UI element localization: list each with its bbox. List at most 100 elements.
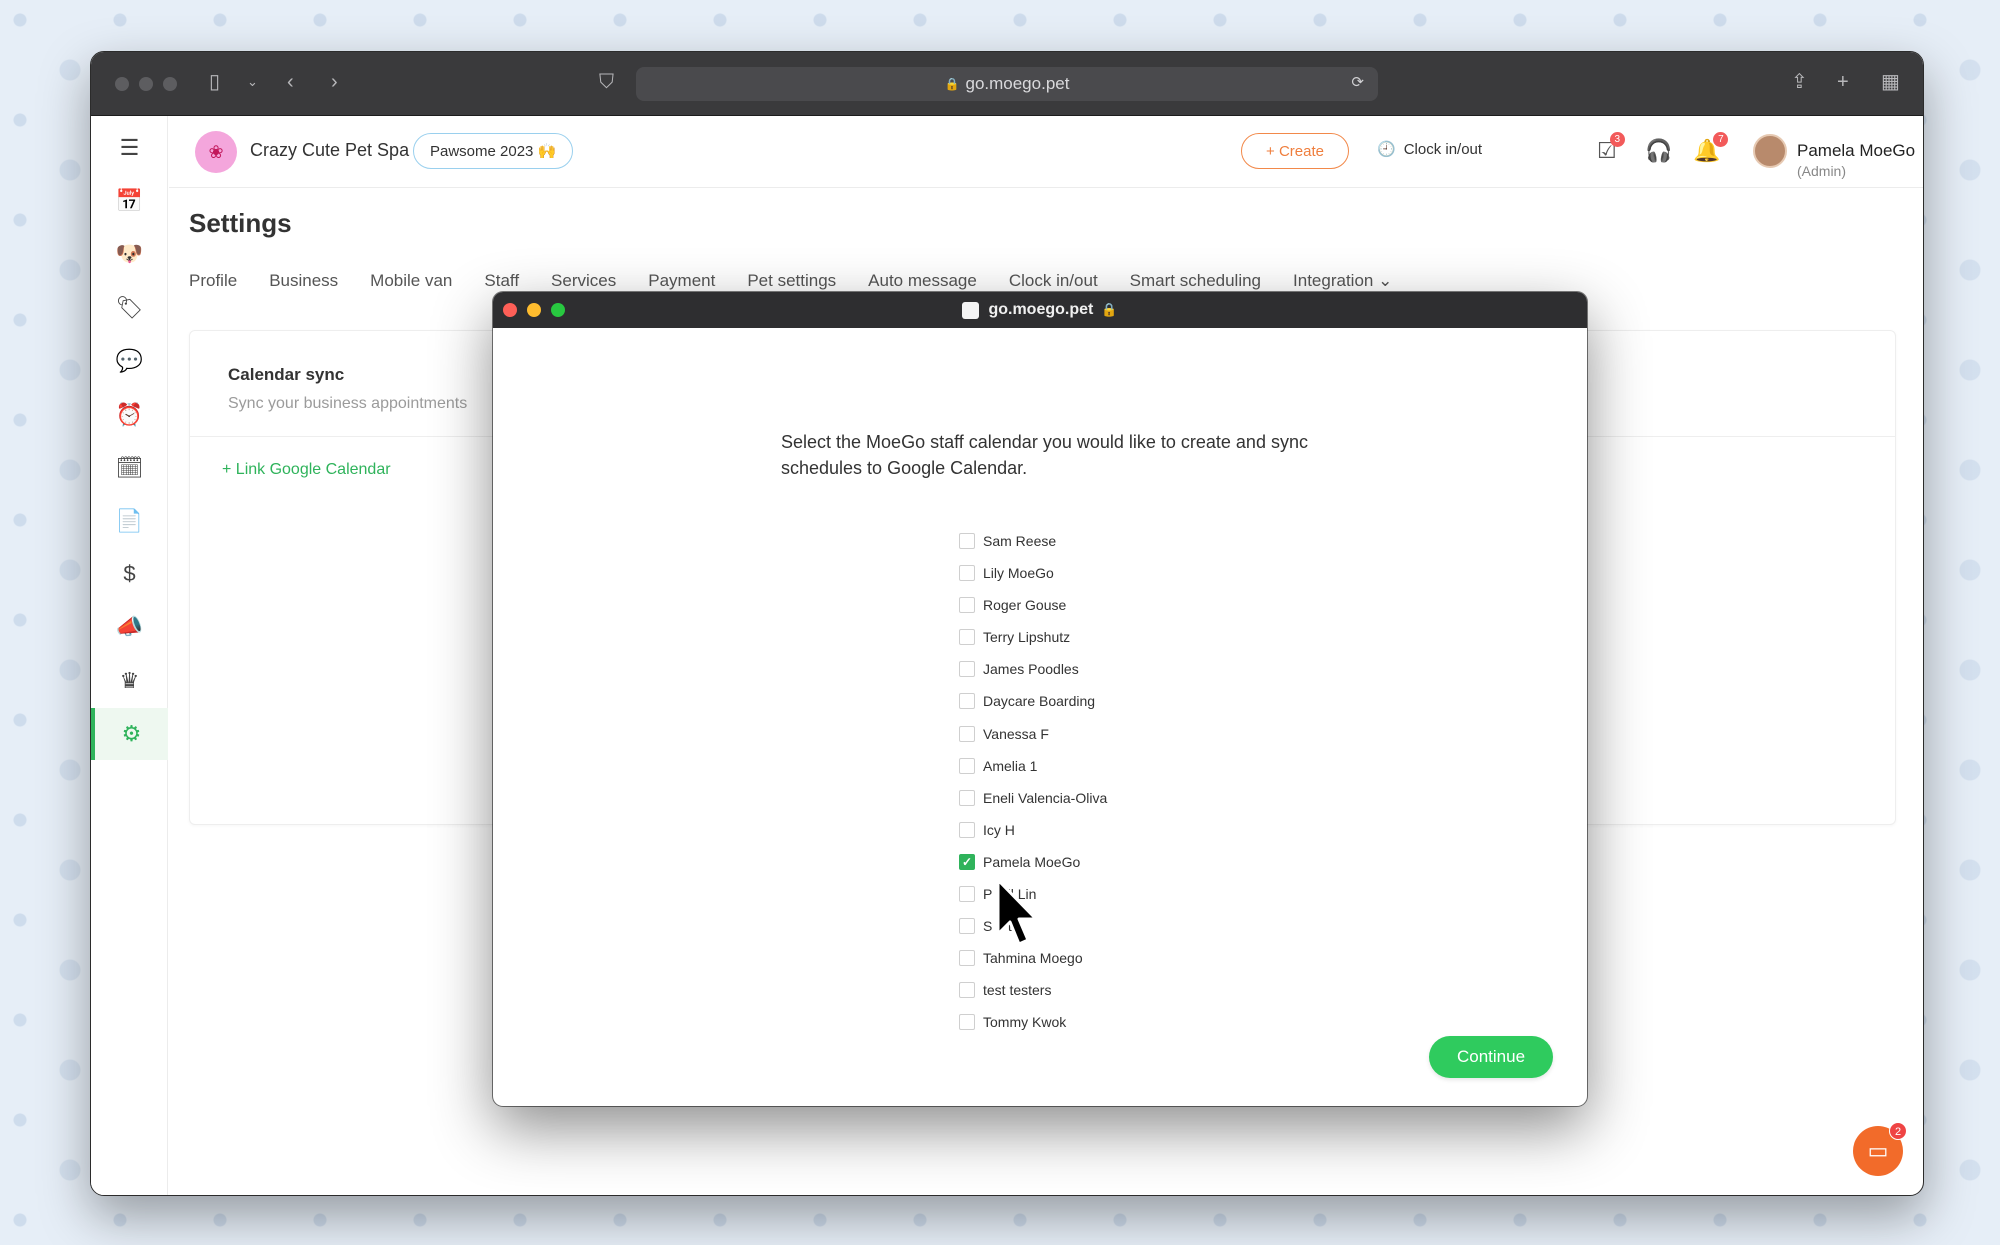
checkbox[interactable]	[959, 629, 975, 645]
tab-staff[interactable]: Staff	[484, 271, 519, 291]
tab-business[interactable]: Business	[269, 271, 338, 291]
reminder-icon[interactable]: ⏰	[91, 389, 168, 441]
tab-profile[interactable]: Profile	[189, 271, 237, 291]
checkbox[interactable]	[959, 758, 975, 774]
checkbox[interactable]	[959, 597, 975, 613]
card-subtitle: Sync your business appointments	[228, 395, 468, 412]
staff-option[interactable]: Tahmina Moego	[959, 947, 1083, 969]
popup-minimize-button[interactable]	[527, 303, 541, 317]
tab-payment[interactable]: Payment	[648, 271, 715, 291]
window-close-button[interactable]	[115, 77, 129, 91]
mouse-cursor-icon	[996, 878, 1038, 946]
window-zoom-button[interactable]	[163, 77, 177, 91]
staff-name: test testers	[983, 982, 1052, 998]
menu-icon[interactable]: ☰	[91, 122, 168, 174]
marketing-icon[interactable]: 📣	[91, 601, 168, 653]
schedule-icon[interactable]: 🗓	[91, 442, 168, 494]
staff-option[interactable]: test testers	[959, 979, 1051, 1001]
chevron-down-icon: ⌄	[1378, 271, 1393, 290]
checkbox[interactable]	[959, 982, 975, 998]
settings-gear-icon[interactable]: ⚙	[91, 708, 168, 760]
checkbox-checked[interactable]: ✓	[959, 854, 975, 870]
report-icon[interactable]: 📄	[91, 495, 168, 547]
chevron-down-icon[interactable]: ⌄	[247, 70, 258, 94]
tab-clock-in-out[interactable]: Clock in/out	[1009, 271, 1098, 291]
tab-auto-message[interactable]: Auto message	[868, 271, 977, 291]
tab-mobile-van[interactable]: Mobile van	[370, 271, 452, 291]
membership-icon[interactable]: ♛	[91, 655, 168, 707]
staff-option[interactable]: Sam Reese	[959, 530, 1056, 552]
staff-option-selected[interactable]: ✓ Pamela MoeGo	[959, 851, 1080, 873]
checkbox[interactable]	[959, 918, 975, 934]
staff-name: Amelia 1	[983, 758, 1038, 774]
staff-option[interactable]: Tommy Kwok	[959, 1011, 1066, 1033]
continue-button[interactable]: Continue	[1429, 1036, 1553, 1078]
checkbox[interactable]	[959, 565, 975, 581]
client-icon[interactable]: 🏷	[91, 282, 168, 334]
popup-zoom-button[interactable]	[551, 303, 565, 317]
card-title: Calendar sync	[228, 365, 345, 384]
sidebar-toggle-icon[interactable]: ▯	[209, 70, 220, 94]
tab-smart-scheduling[interactable]: Smart scheduling	[1130, 271, 1261, 291]
staff-option[interactable]: Icy H	[959, 819, 1015, 841]
support-headset-icon[interactable]: 🎧	[1645, 138, 1672, 164]
window-minimize-button[interactable]	[139, 77, 153, 91]
staff-name: Daycare Boarding	[983, 693, 1096, 709]
bell-icon[interactable]: 🔔 7	[1693, 132, 1729, 164]
tab-overview-icon[interactable]: ▦	[1881, 70, 1900, 94]
pet-icon[interactable]: 🐶	[91, 228, 168, 280]
chat-badge: 2	[1889, 1122, 1907, 1140]
tab-integration[interactable]: Integration ⌄	[1293, 271, 1392, 291]
staff-option[interactable]: Terry Lipshutz	[959, 626, 1070, 648]
staff-name: Eneli Valencia-Oliva	[983, 790, 1108, 806]
staff-name: Icy H	[983, 822, 1015, 838]
tasks-icon[interactable]: ☑ 3	[1597, 132, 1625, 164]
staff-option[interactable]: James Poodles	[959, 658, 1079, 680]
calendar-icon[interactable]: 📅	[91, 175, 168, 227]
staff-option[interactable]: Roger Gouse	[959, 594, 1066, 616]
business-logo[interactable]: ❀	[195, 131, 237, 173]
payment-icon[interactable]: $	[91, 548, 168, 600]
checkbox[interactable]	[959, 822, 975, 838]
share-icon[interactable]: ⇪	[1791, 70, 1808, 94]
address-bar-url: go.moego.pet	[965, 74, 1070, 93]
user-menu[interactable]: Pamela MoeGo (Admin)	[1797, 141, 1923, 181]
popup-close-button[interactable]	[503, 303, 517, 317]
user-name: Pamela MoeGo	[1797, 141, 1916, 160]
staff-option[interactable]: Eneli Valencia-Oliva	[959, 787, 1107, 809]
staff-name: Vanessa F	[983, 726, 1049, 742]
calendar-select-popup: go.moego.pet 🔒 Select the MoeGo staff ca…	[493, 292, 1587, 1106]
chat-launcher-button[interactable]: ▭ 2	[1853, 1122, 1907, 1176]
address-bar[interactable]: 🔒 go.moego.pet ⟳	[636, 67, 1378, 101]
staff-option[interactable]: Daycare Boarding	[959, 690, 1095, 712]
tab-pet-settings[interactable]: Pet settings	[747, 271, 836, 291]
checkbox[interactable]	[959, 693, 975, 709]
forward-arrow-icon[interactable]: ›	[331, 70, 338, 94]
new-tab-icon[interactable]: +	[1837, 70, 1849, 94]
staff-option[interactable]: Amelia 1	[959, 755, 1037, 777]
checkbox[interactable]	[959, 790, 975, 806]
checkbox[interactable]	[959, 661, 975, 677]
reload-icon[interactable]: ⟳	[1351, 73, 1364, 91]
pawsome-badge[interactable]: Pawsome 2023 🙌	[413, 133, 574, 169]
message-icon[interactable]: 💬	[91, 335, 168, 387]
checkbox[interactable]	[959, 950, 975, 966]
shield-icon[interactable]: ⛉	[599, 70, 614, 94]
lock-icon: 🔒	[944, 77, 960, 91]
create-button[interactable]: + Create	[1241, 133, 1349, 169]
checkbox[interactable]	[959, 726, 975, 742]
avatar[interactable]	[1753, 134, 1787, 168]
staff-option[interactable]: Vanessa F	[959, 723, 1049, 745]
link-google-calendar-button[interactable]: + Link Google Calendar	[222, 461, 391, 479]
business-name[interactable]: Crazy Cute Pet Spa	[250, 140, 409, 161]
popup-message: Select the MoeGo staff calendar you woul…	[781, 432, 1308, 478]
checkbox[interactable]	[959, 533, 975, 549]
popup-title: go.moego.pet	[988, 301, 1094, 318]
back-arrow-icon[interactable]: ‹	[287, 70, 294, 94]
staff-option[interactable]: Lily MoeGo	[959, 562, 1054, 584]
tab-services[interactable]: Services	[551, 271, 616, 291]
checkbox[interactable]	[959, 886, 975, 902]
checkbox[interactable]	[959, 1014, 975, 1030]
clock-in-out-button[interactable]: 🕘 Clock in/out	[1377, 140, 1482, 159]
tab-integration-label: Integration	[1293, 271, 1374, 290]
